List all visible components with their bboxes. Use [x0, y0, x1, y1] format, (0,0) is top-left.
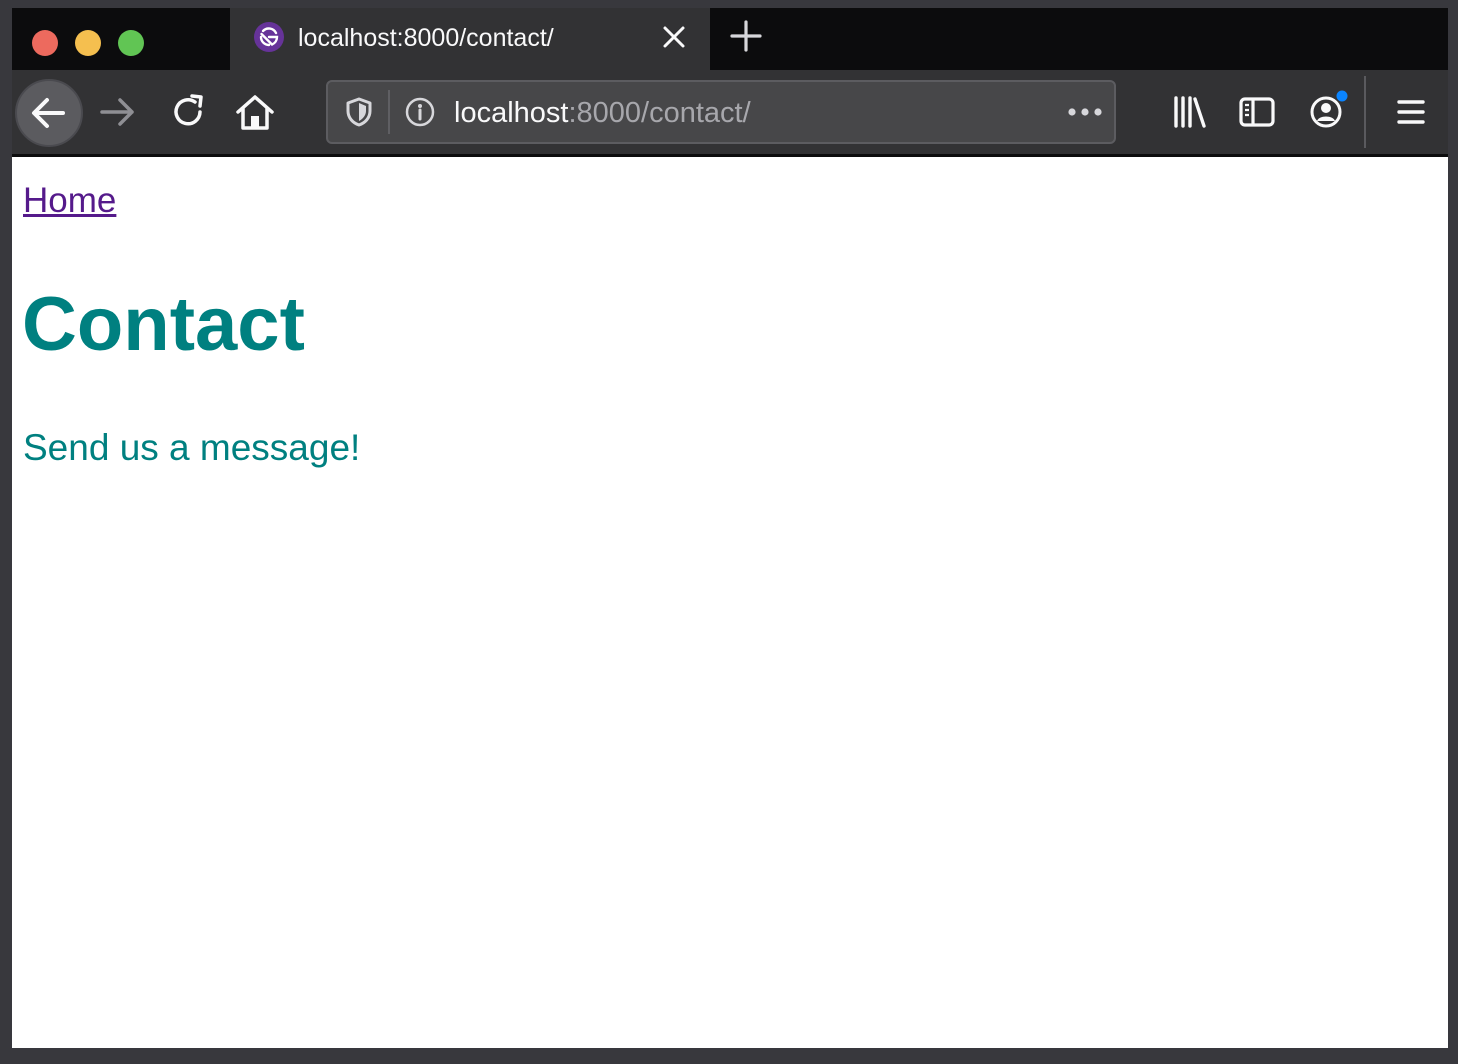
close-tab-icon[interactable] — [658, 21, 690, 53]
home-icon[interactable] — [234, 92, 276, 132]
page-actions-more-icon[interactable] — [1066, 102, 1104, 122]
url-text[interactable]: localhost:8000/contact/ — [454, 95, 751, 131]
notification-dot — [1336, 90, 1348, 102]
forward-arrow-icon[interactable] — [98, 92, 138, 132]
tab-strip: localhost:8000/contact/ — [12, 8, 1448, 70]
browser-window: localhost:8000/contact/ localhost:8000/c… — [0, 0, 1458, 1064]
gatsby-logo-icon — [254, 22, 284, 52]
page-body-text: Send us a message! — [23, 427, 361, 468]
navigation-toolbar: localhost:8000/contact/ — [12, 70, 1448, 156]
page-title: Contact — [22, 282, 305, 367]
account-icon[interactable] — [1306, 88, 1350, 132]
tab-title: localhost:8000/contact/ — [298, 24, 554, 52]
home-link[interactable]: Home — [23, 179, 116, 223]
url-divider — [388, 90, 390, 134]
sidebar-icon[interactable] — [1238, 92, 1276, 132]
minimize-window-button[interactable] — [75, 30, 101, 56]
tab-active[interactable]: localhost:8000/contact/ — [230, 8, 710, 70]
url-path: :8000/contact/ — [568, 97, 751, 129]
back-arrow-icon — [32, 98, 65, 128]
library-icon[interactable] — [1170, 92, 1210, 132]
url-host: localhost — [454, 97, 569, 129]
maximize-window-button[interactable] — [118, 30, 144, 56]
page-content: Home Contact Send us a message! — [12, 157, 1448, 1048]
toolbar-separator — [1364, 76, 1366, 148]
site-info-icon[interactable] — [404, 96, 436, 128]
hamburger-menu-icon[interactable] — [1396, 92, 1426, 132]
back-button[interactable] — [15, 79, 83, 147]
address-bar[interactable]: localhost:8000/contact/ — [326, 80, 1116, 144]
close-window-button[interactable] — [32, 30, 58, 56]
reload-icon[interactable] — [168, 92, 208, 132]
tracking-protection-shield-icon[interactable] — [344, 96, 374, 128]
new-tab-icon[interactable] — [728, 18, 764, 54]
